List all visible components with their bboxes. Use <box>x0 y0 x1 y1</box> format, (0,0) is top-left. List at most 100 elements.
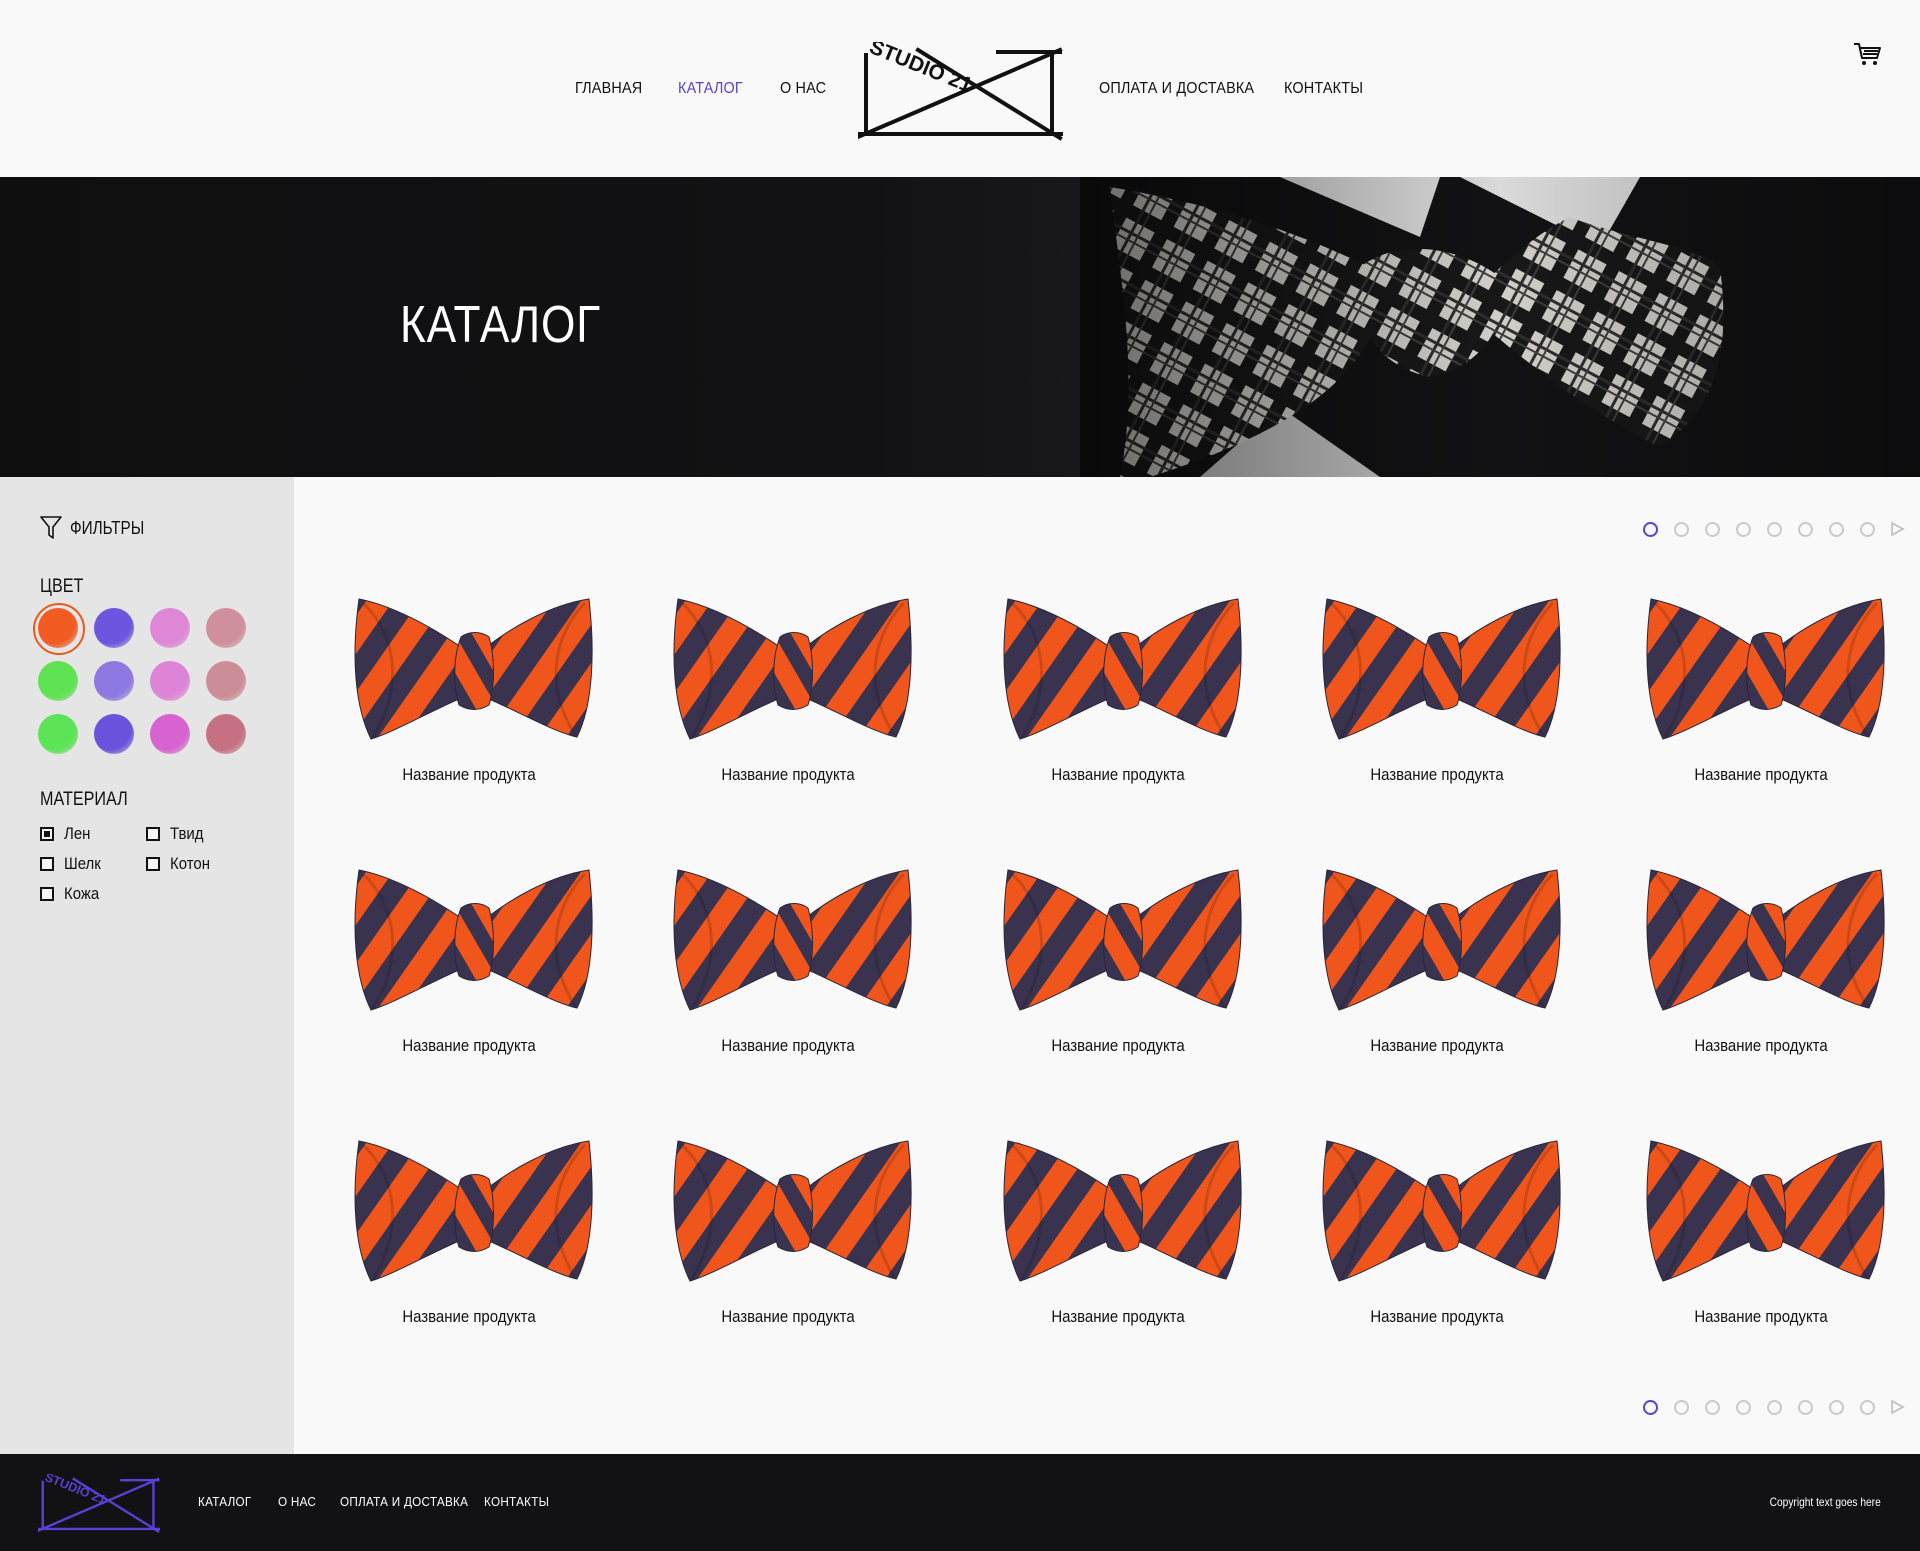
footer-link-catalog[interactable]: КАТАЛОГ <box>198 1494 252 1509</box>
next-page-icon[interactable] <box>1889 1399 1905 1415</box>
page-dot[interactable] <box>1860 521 1875 537</box>
product-card[interactable]: Название продукта <box>1312 858 1572 1068</box>
page-dot[interactable] <box>1829 521 1844 537</box>
color-swatch[interactable] <box>33 603 85 655</box>
product-card[interactable]: Название продукта <box>993 858 1253 1068</box>
page-dot[interactable] <box>1798 521 1813 537</box>
color-swatch[interactable] <box>206 661 246 701</box>
color-swatch[interactable] <box>94 661 134 701</box>
page-dot[interactable] <box>1767 1399 1782 1415</box>
product-name[interactable]: Название продукта <box>359 1307 579 1327</box>
material-checkbox[interactable] <box>40 827 54 841</box>
material-label: Твид <box>170 824 204 843</box>
product-card[interactable]: Название продукта <box>993 1129 1253 1339</box>
product-card[interactable]: Название продукта <box>663 1129 923 1339</box>
next-page-icon[interactable] <box>1889 521 1905 537</box>
product-name[interactable]: Название продукта <box>678 1036 898 1056</box>
footer-link-payment-delivery[interactable]: ОПЛАТА И ДОСТАВКА <box>340 1494 468 1509</box>
filters-sidebar: ФИЛЬТРЫ ЦВЕТ МАТЕРИАЛ Лен Твид Шелк Кото… <box>0 477 294 1454</box>
material-option-cotton[interactable]: Котон <box>146 854 215 874</box>
material-checkbox[interactable] <box>40 857 54 871</box>
bowtie-image <box>354 869 593 1011</box>
product-card[interactable]: Название продукта <box>1636 1129 1896 1339</box>
nav-catalog[interactable]: КАТАЛОГ <box>678 80 743 98</box>
page-dot[interactable] <box>1674 521 1689 537</box>
page-dot[interactable] <box>1736 1399 1751 1415</box>
product-name[interactable]: Название продукта <box>1651 1036 1871 1056</box>
material-checkbox[interactable] <box>40 887 54 901</box>
bowtie-image <box>673 1140 912 1282</box>
product-name[interactable]: Название продукта <box>678 1307 898 1327</box>
page-dot[interactable] <box>1674 1399 1689 1415</box>
color-swatch[interactable] <box>150 714 190 754</box>
page-dot[interactable] <box>1860 1399 1875 1415</box>
cart-icon[interactable] <box>1852 38 1884 70</box>
product-name[interactable]: Название продукта <box>1651 765 1871 785</box>
copyright-text: Copyright text goes here <box>1769 1495 1881 1509</box>
page-dot[interactable] <box>1705 1399 1720 1415</box>
bowtie-image <box>354 1140 593 1282</box>
product-name[interactable]: Название продукта <box>359 1036 579 1056</box>
material-option-leather[interactable]: Кожа <box>40 884 104 904</box>
material-option-silk[interactable]: Шелк <box>40 854 106 874</box>
material-checkbox[interactable] <box>146 857 160 871</box>
color-swatch[interactable] <box>206 714 246 754</box>
product-card[interactable]: Название продукта <box>663 587 923 797</box>
footer-link-contacts[interactable]: КОНТАКТЫ <box>484 1494 549 1509</box>
material-option-tweed[interactable]: Твид <box>146 824 208 844</box>
product-name[interactable]: Название продукта <box>1008 1307 1228 1327</box>
product-card[interactable]: Название продукта <box>1312 1129 1572 1339</box>
filters-header[interactable]: ФИЛЬТРЫ <box>40 515 157 541</box>
color-swatch[interactable] <box>94 608 134 648</box>
color-swatch[interactable] <box>150 661 190 701</box>
page-dot[interactable] <box>1798 1399 1813 1415</box>
bowtie-image <box>1003 869 1242 1011</box>
color-swatch[interactable] <box>150 608 190 648</box>
nav-about[interactable]: О НАС <box>780 80 826 98</box>
page-dot[interactable] <box>1643 1399 1658 1415</box>
page-dot[interactable] <box>1767 521 1782 537</box>
footer-logo[interactable]: STUDIO 21 <box>38 1474 160 1534</box>
page-dot[interactable] <box>1829 1399 1844 1415</box>
product-name[interactable]: Название продукта <box>1651 1307 1871 1327</box>
product-card[interactable]: Название продукта <box>663 858 923 1068</box>
product-name[interactable]: Название продукта <box>1008 765 1228 785</box>
product-card[interactable]: Название продукта <box>1312 587 1572 797</box>
site-header: ГЛАВНАЯ КАТАЛОГ О НАС STUDIO 21 ОПЛАТА И… <box>0 0 1920 177</box>
product-card[interactable]: Название продукта <box>344 1129 604 1339</box>
hero-title: КАТАЛОГ <box>400 296 602 354</box>
bowtie-image <box>1322 598 1561 740</box>
page-dot[interactable] <box>1736 521 1751 537</box>
bowtie-image <box>1003 598 1242 740</box>
product-name[interactable]: Название продукта <box>1327 1307 1547 1327</box>
product-name[interactable]: Название продукта <box>1008 1036 1228 1056</box>
nav-home[interactable]: ГЛАВНАЯ <box>575 80 642 98</box>
studio21-logo[interactable]: STUDIO 21 <box>858 42 1063 142</box>
hero-banner: КАТАЛОГ <box>0 177 1920 477</box>
bowtie-image <box>1322 1140 1561 1282</box>
material-checkbox[interactable] <box>146 827 160 841</box>
page-dot[interactable] <box>1705 521 1720 537</box>
color-swatch[interactable] <box>38 661 78 701</box>
footer-link-about[interactable]: О НАС <box>278 1494 316 1509</box>
nav-payment-delivery[interactable]: ОПЛАТА И ДОСТАВКА <box>1099 80 1254 98</box>
product-card[interactable]: Название продукта <box>1636 858 1896 1068</box>
product-card[interactable]: Название продукта <box>993 587 1253 797</box>
product-name[interactable]: Название продукта <box>1327 1036 1547 1056</box>
product-card[interactable]: Название продукта <box>344 858 604 1068</box>
page-dot[interactable] <box>1643 521 1658 537</box>
filters-label: ФИЛЬТРЫ <box>70 517 145 538</box>
pagination-bottom <box>1643 1399 1905 1415</box>
nav-contacts[interactable]: КОНТАКТЫ <box>1284 80 1363 98</box>
product-card[interactable]: Название продукта <box>1636 587 1896 797</box>
material-label: Шелк <box>64 854 101 873</box>
product-card[interactable]: Название продукта <box>344 587 604 797</box>
product-name[interactable]: Название продукта <box>678 765 898 785</box>
product-name[interactable]: Название продукта <box>1327 765 1547 785</box>
color-swatch[interactable] <box>94 714 134 754</box>
product-name[interactable]: Название продукта <box>359 765 579 785</box>
material-option-linen[interactable]: Лен <box>40 824 94 844</box>
bowtie-image <box>1646 598 1885 740</box>
color-swatch[interactable] <box>38 714 78 754</box>
color-swatch[interactable] <box>206 608 246 648</box>
